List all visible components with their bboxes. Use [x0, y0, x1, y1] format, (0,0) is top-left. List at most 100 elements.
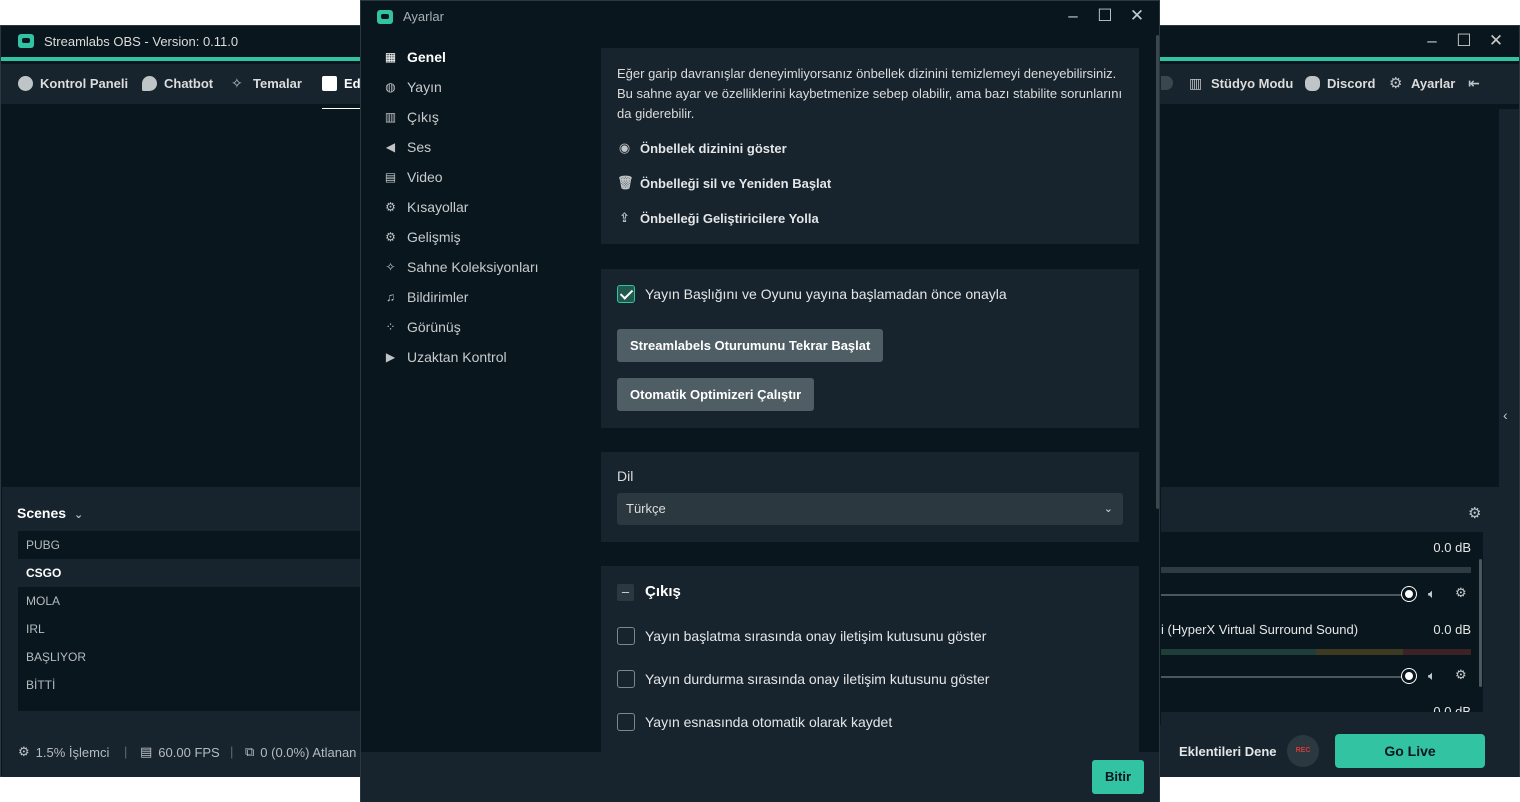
nav-dashboard[interactable]: Kontrol Paneli — [18, 76, 128, 91]
volume-slider[interactable] — [1161, 676, 1411, 678]
delete-cache-restart-link[interactable]: 🗑︎ Önbelleği sil ve Yeniden Başlat — [617, 175, 831, 191]
mixer-list: 0.0 dB 🔈︎ ⚙ i (HyperX Virtual Surround S… — [1161, 532, 1483, 712]
confirm-title-game-checkbox[interactable] — [617, 285, 635, 303]
mixer-db-value: 0.0 dB — [1433, 622, 1471, 637]
language-label: Dil — [617, 468, 634, 484]
scene-item[interactable]: IRL — [18, 615, 360, 643]
mixer-settings-gear-icon[interactable]: ⚙ — [1468, 504, 1481, 522]
upload-icon: ⇪ — [619, 210, 630, 225]
gear-icon: ⚙ — [385, 200, 396, 214]
sidebar-item-hotkeys[interactable]: ⚙ Kısayollar — [383, 199, 468, 215]
go-live-button[interactable]: Go Live — [1335, 734, 1485, 768]
arrow-left-bar-icon: ⇤ — [1468, 75, 1480, 91]
streamlabs-logo-icon — [377, 10, 393, 24]
sidebar-item-label: Ses — [407, 139, 432, 155]
nav-chatbot-label: Chatbot — [164, 76, 214, 91]
gears-icon: ⚙ — [385, 230, 396, 244]
nav-studio-mode-label: Stüdyo Modu — [1211, 76, 1294, 91]
scenes-header[interactable]: Scenes ⌄ — [17, 505, 83, 521]
mixer-scrollbar[interactable] — [1479, 559, 1482, 687]
confirm-on-stop-label: Yayın durdurma sırasında onay iletişim k… — [645, 671, 990, 687]
sidebar-item-appearance[interactable]: ⁘ Görünüş — [383, 319, 460, 335]
sidebar-item-general[interactable]: ▦ Genel — [383, 49, 446, 65]
run-auto-optimizer-button[interactable]: Otomatik Optimizeri Çalıştır — [617, 378, 815, 411]
upload-cache-label: Önbelleği Geliştiricilere Yolla — [640, 210, 819, 226]
volume-slider[interactable] — [1161, 594, 1411, 596]
nav-settings[interactable]: ⚙ Ayarlar — [1389, 76, 1455, 91]
gear-icon[interactable]: ⚙ — [1455, 585, 1467, 601]
film-icon: ▤ — [140, 744, 153, 759]
sidebar-item-advanced[interactable]: ⚙ Gelişmiş — [383, 229, 461, 245]
sidebar-item-scene-collections[interactable]: ✧ Sahne Koleksiyonları — [383, 259, 538, 275]
film-icon: ▤ — [384, 170, 397, 184]
scene-item[interactable]: BİTTİ — [18, 671, 360, 699]
magic-wand-icon: ✧ — [231, 75, 243, 91]
done-button[interactable]: Bitir — [1092, 760, 1144, 794]
record-button[interactable]: REC — [1287, 735, 1319, 767]
right-rail[interactable]: ‹ — [1499, 109, 1519, 729]
chevron-left-icon[interactable]: ‹ — [1503, 407, 1508, 423]
mixer-db-value: 0.0 dB — [1433, 704, 1471, 712]
speaker-icon[interactable]: 🔈︎ — [1428, 586, 1436, 602]
confirm-on-start-checkbox[interactable] — [617, 627, 635, 645]
language-select[interactable]: Türkçe ⌄ — [617, 493, 1123, 525]
settings-title: Ayarlar — [403, 9, 444, 24]
sidebar-item-video[interactable]: ▤ Video — [383, 169, 443, 185]
confirm-on-stop-option[interactable]: Yayın durdurma sırasında onay iletişim k… — [617, 670, 989, 688]
nav-studio-mode[interactable]: ▥ Stüdyo Modu — [1189, 76, 1294, 92]
sidebar-item-label: Uzaktan Kontrol — [407, 349, 507, 365]
gear-icon: ⚙ — [1389, 75, 1403, 92]
frames-icon: ⧉ — [245, 744, 255, 759]
upload-cache-link[interactable]: ⇪ Önbelleği Geliştiricilere Yolla — [617, 210, 819, 226]
speaker-icon[interactable]: 🔈︎ — [1428, 668, 1436, 684]
maximize-icon[interactable]: ☐ — [1094, 6, 1116, 26]
volume-slider-knob[interactable] — [1402, 587, 1416, 601]
maximize-icon[interactable]: ☐ — [1453, 31, 1475, 51]
minimize-icon[interactable]: – — [1062, 6, 1084, 26]
sidebar-item-notifications[interactable]: ♫ Bildirimler — [383, 289, 468, 305]
confirm-title-game-option[interactable]: Yayın Başlığını ve Oyunu yayına başlamad… — [617, 285, 1007, 303]
grid-icon: ▦ — [384, 50, 397, 64]
confirm-on-start-option[interactable]: Yayın başlatma sırasında onay iletişim k… — [617, 627, 986, 645]
gear-icon[interactable]: ⚙ — [1455, 667, 1467, 683]
sidebar-item-audio[interactable]: ◀ Ses — [383, 139, 431, 155]
output-icon: ▥ — [384, 110, 397, 124]
collapse-section-button[interactable]: – — [617, 584, 634, 601]
sidebar-item-output[interactable]: ▥ Çıkış — [383, 109, 439, 125]
close-icon[interactable]: ✕ — [1485, 31, 1507, 51]
auto-record-option[interactable]: Yayın esnasında otomatik olarak kaydet — [617, 713, 892, 731]
minimize-icon[interactable]: – — [1421, 31, 1443, 51]
settings-scrollbar[interactable] — [1156, 35, 1159, 509]
restart-streamlabels-button[interactable]: Streamlabels Oturumunu Tekrar Başlat — [617, 329, 884, 362]
camera-icon — [322, 76, 337, 91]
nav-editor[interactable]: Edi — [322, 76, 364, 91]
mixer-db-value: 0.0 dB — [1433, 540, 1471, 555]
sidebar-item-stream[interactable]: ◍ Yayın — [383, 79, 442, 95]
scene-item[interactable]: CSGO — [18, 559, 360, 587]
collapse-sidebar-button[interactable]: ⇤ — [1468, 76, 1483, 91]
sidebar-item-label: Video — [407, 169, 443, 185]
confirm-on-stop-checkbox[interactable] — [617, 670, 635, 688]
nav-discord[interactable]: Discord — [1305, 76, 1375, 91]
chevron-down-icon[interactable]: ⌄ — [74, 509, 83, 521]
close-icon[interactable]: ✕ — [1126, 6, 1148, 26]
sidebar-item-label: Çıkış — [407, 109, 439, 125]
scene-item[interactable]: PUBG — [18, 531, 360, 559]
discord-icon — [1305, 76, 1320, 91]
main-window-title: Streamlabs OBS - Version: 0.11.0 — [44, 34, 239, 49]
try-extensions-link[interactable]: Eklentileri Dene — [1179, 744, 1277, 759]
scene-item[interactable]: BAŞLIYOR — [18, 643, 360, 671]
sidebar-item-label: Yayın — [407, 79, 442, 95]
settings-titlebar: Ayarlar – ☐ ✕ — [361, 1, 1159, 32]
sidebar-item-label: Kısayollar — [407, 199, 469, 215]
scene-item[interactable]: MOLA — [18, 587, 360, 615]
auto-record-checkbox[interactable] — [617, 713, 635, 731]
nav-chatbot[interactable]: Chatbot — [142, 76, 213, 91]
studio-mode-toggle[interactable] — [1161, 76, 1173, 90]
volume-slider-knob[interactable] — [1402, 669, 1416, 683]
nav-themes[interactable]: ✧ Temalar — [231, 75, 302, 92]
scenes-panel: Scenes ⌄ PUBG CSGO MOLA IRL BAŞLIYOR BİTT… — [2, 487, 360, 725]
sidebar-item-remote-control[interactable]: ▶ Uzaktan Kontrol — [383, 349, 507, 365]
dashboard-icon — [18, 76, 33, 91]
show-cache-dir-link[interactable]: ◉ Önbellek dizinini göster — [617, 140, 787, 156]
